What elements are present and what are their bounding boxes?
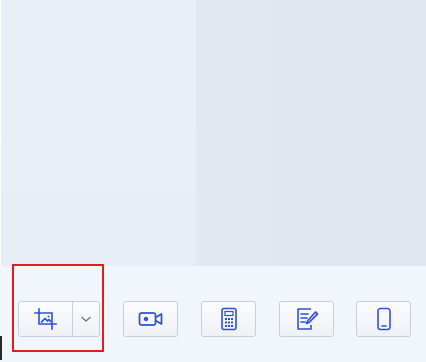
calculator-icon xyxy=(220,307,238,331)
mobile-phone-icon xyxy=(376,307,392,331)
left-content-pane xyxy=(0,0,197,266)
record-button[interactable] xyxy=(123,301,178,337)
selection-highlight xyxy=(12,264,104,352)
phone-button[interactable] xyxy=(356,301,411,337)
note-edit-icon xyxy=(295,307,319,331)
calculator-button[interactable] xyxy=(201,301,256,337)
right-content-pane xyxy=(196,0,426,266)
edge-marker xyxy=(0,336,2,360)
notes-button[interactable] xyxy=(279,301,334,337)
video-camera-icon xyxy=(138,309,164,329)
